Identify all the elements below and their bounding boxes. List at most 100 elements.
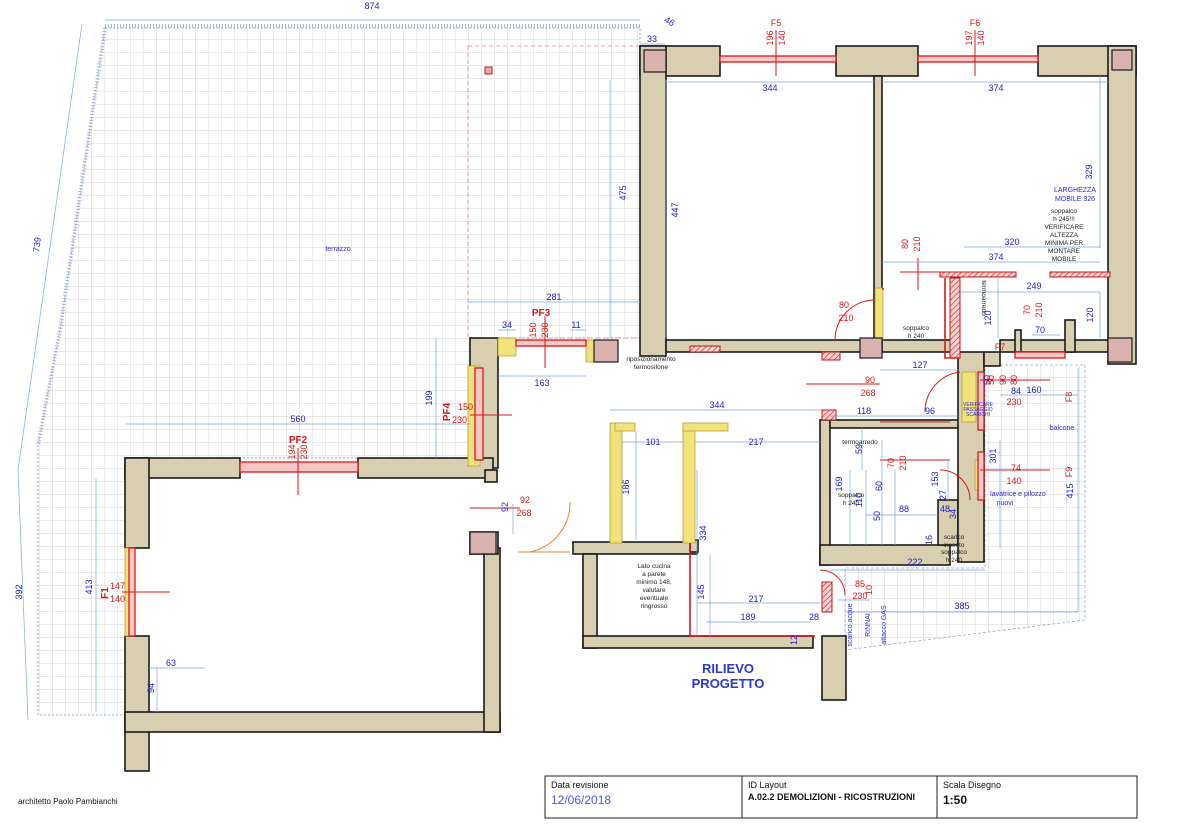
dim-16: 16	[924, 535, 934, 545]
dim-153: 153	[930, 471, 940, 486]
dim-101: 101	[645, 437, 660, 447]
pf2-height: 230	[299, 444, 309, 459]
dim-301: 301	[988, 448, 998, 463]
dim-320: 320	[1004, 237, 1019, 247]
dim-94: 94	[146, 683, 156, 693]
dim-374-top: 374	[988, 83, 1003, 93]
dim-163: 163	[534, 378, 549, 388]
note-soppalco-2: h 245!!!	[1053, 216, 1075, 223]
red-dim-210-c: 210	[1034, 302, 1044, 317]
note-cucina-5: eventuale	[640, 595, 669, 602]
f1-width: 147	[110, 581, 125, 591]
note-lavatrice-2: nuovi	[997, 500, 1014, 507]
dim-96: 96	[925, 406, 935, 416]
dim-160: 160	[1026, 385, 1041, 395]
red-dim-210-d: 210	[898, 455, 908, 470]
note-cucina-2: a parete	[642, 571, 666, 578]
window-code-pf3: PF3	[532, 308, 551, 319]
note-riposizionamento-2: termosifone	[634, 364, 668, 371]
window-code-f7: F7	[995, 342, 1006, 352]
layout-label: ID Layout	[748, 780, 787, 790]
dim-329: 329	[1084, 164, 1094, 179]
note-lavatrice-1: lavatrice e pilozzo	[990, 491, 1046, 498]
note-soppalco-240-c2: h 240	[946, 557, 963, 564]
dim-118: 118	[857, 406, 871, 416]
red-dim-80-c: 80	[1009, 375, 1019, 385]
red-dim-10: 10	[864, 585, 874, 595]
note-scarico-1: scarico	[944, 534, 965, 541]
dim-88: 88	[899, 504, 909, 514]
red-dim-50: 50	[986, 375, 996, 385]
note-termoarredo-1: termoarredo	[842, 439, 878, 446]
red-dim-70: 70	[1022, 305, 1032, 315]
dim-385: 385	[954, 601, 969, 611]
dim-84: 84	[1011, 386, 1021, 396]
dim-222: 222	[907, 557, 922, 567]
dim-560: 560	[290, 414, 305, 424]
red-dim-70-b: 70	[886, 458, 896, 468]
dim-186: 186	[621, 479, 631, 494]
dim-127: 127	[912, 360, 927, 370]
dim-415: 415	[1065, 483, 1075, 498]
dim-60: 60	[874, 481, 884, 491]
stamp-line-1: RILIEVO	[702, 661, 754, 676]
note-cucina-1: Lato cucina	[637, 563, 671, 570]
note-cucina-3: minimo 148,	[636, 579, 672, 586]
note-scarico-acque: scarico acque	[847, 603, 854, 646]
note-soppalco-4: ALTEZZA	[1050, 232, 1079, 239]
balcony-label: balcone	[1050, 425, 1075, 432]
window-code-f5: F5	[771, 18, 782, 28]
red-dim-90-b: 90	[998, 375, 1008, 385]
dim-120-b: 120	[1085, 307, 1095, 322]
title-block: Data revisione 12/06/2018 ID Layout A.02…	[544, 775, 1138, 819]
dim-50: 50	[872, 511, 882, 521]
dim-199: 199	[424, 390, 434, 405]
scale-value: 1:50	[943, 793, 967, 807]
f6-height: 140	[976, 30, 986, 45]
red-dim-90: 90	[865, 375, 875, 385]
dim-92: 92	[500, 502, 510, 512]
red-dim-268-a: 268	[860, 388, 875, 398]
note-cucina-6: ringrosso	[641, 603, 668, 610]
dim-46: 46	[663, 15, 677, 29]
pf4-width: 150	[458, 402, 473, 412]
pf3-width: 150	[528, 322, 538, 337]
dim-28: 28	[809, 612, 819, 622]
note-scarico-2: inserito	[944, 542, 965, 549]
note-larghezza-1: LARGHEZZA	[1054, 187, 1096, 194]
note-soppalco-240-b1: soppalco	[838, 492, 864, 499]
dim-34-b: 34	[948, 509, 958, 519]
f6-width: 197	[964, 30, 974, 45]
dim-34: 34	[502, 320, 512, 330]
dim-344-top: 344	[762, 83, 777, 93]
scale-label: Scala Disegno	[943, 780, 1001, 790]
red-dim-210-b: 210	[838, 313, 853, 323]
red-dim-140: 140	[1006, 476, 1021, 486]
red-dim-210-a: 210	[912, 236, 922, 251]
dim-217-b: 217	[748, 594, 763, 604]
note-cucina-4: valutare	[642, 587, 666, 594]
red-dim-74: 74	[1011, 463, 1021, 473]
dim-475: 475	[618, 185, 628, 200]
f5-width: 196	[765, 30, 775, 45]
terrace-label: terrazzo	[325, 246, 350, 253]
stamp-line-2: PROGETTO	[692, 676, 765, 691]
pf3-height: 230	[540, 322, 550, 337]
revision-date: 12/06/2018	[551, 793, 611, 807]
note-termoarredo-2: termoarredo	[980, 280, 987, 316]
window-code-f6: F6	[970, 18, 981, 28]
f5-height: 140	[777, 30, 787, 45]
red-dim-80: 80	[900, 239, 910, 249]
dim-874: 874	[364, 1, 379, 11]
window-code-pf2: PF2	[289, 435, 308, 446]
note-soppalco-1: soppalco	[1051, 208, 1077, 215]
layout-value: A.02.2 DEMOLIZIONI - RICOSTRUZIONI	[748, 792, 915, 802]
red-dim-230-b: 230	[1006, 397, 1021, 407]
dim-249: 249	[1026, 281, 1041, 291]
dim-739: 739	[31, 237, 43, 253]
dim-27: 27	[938, 490, 948, 500]
note-soppalco-240-a1: soppalco	[903, 325, 929, 332]
revision-label: Data revisione	[551, 780, 609, 790]
note-soppalco-240-b2: h 240	[843, 500, 860, 507]
note-soppalco-7: MOBILE	[1052, 256, 1077, 263]
